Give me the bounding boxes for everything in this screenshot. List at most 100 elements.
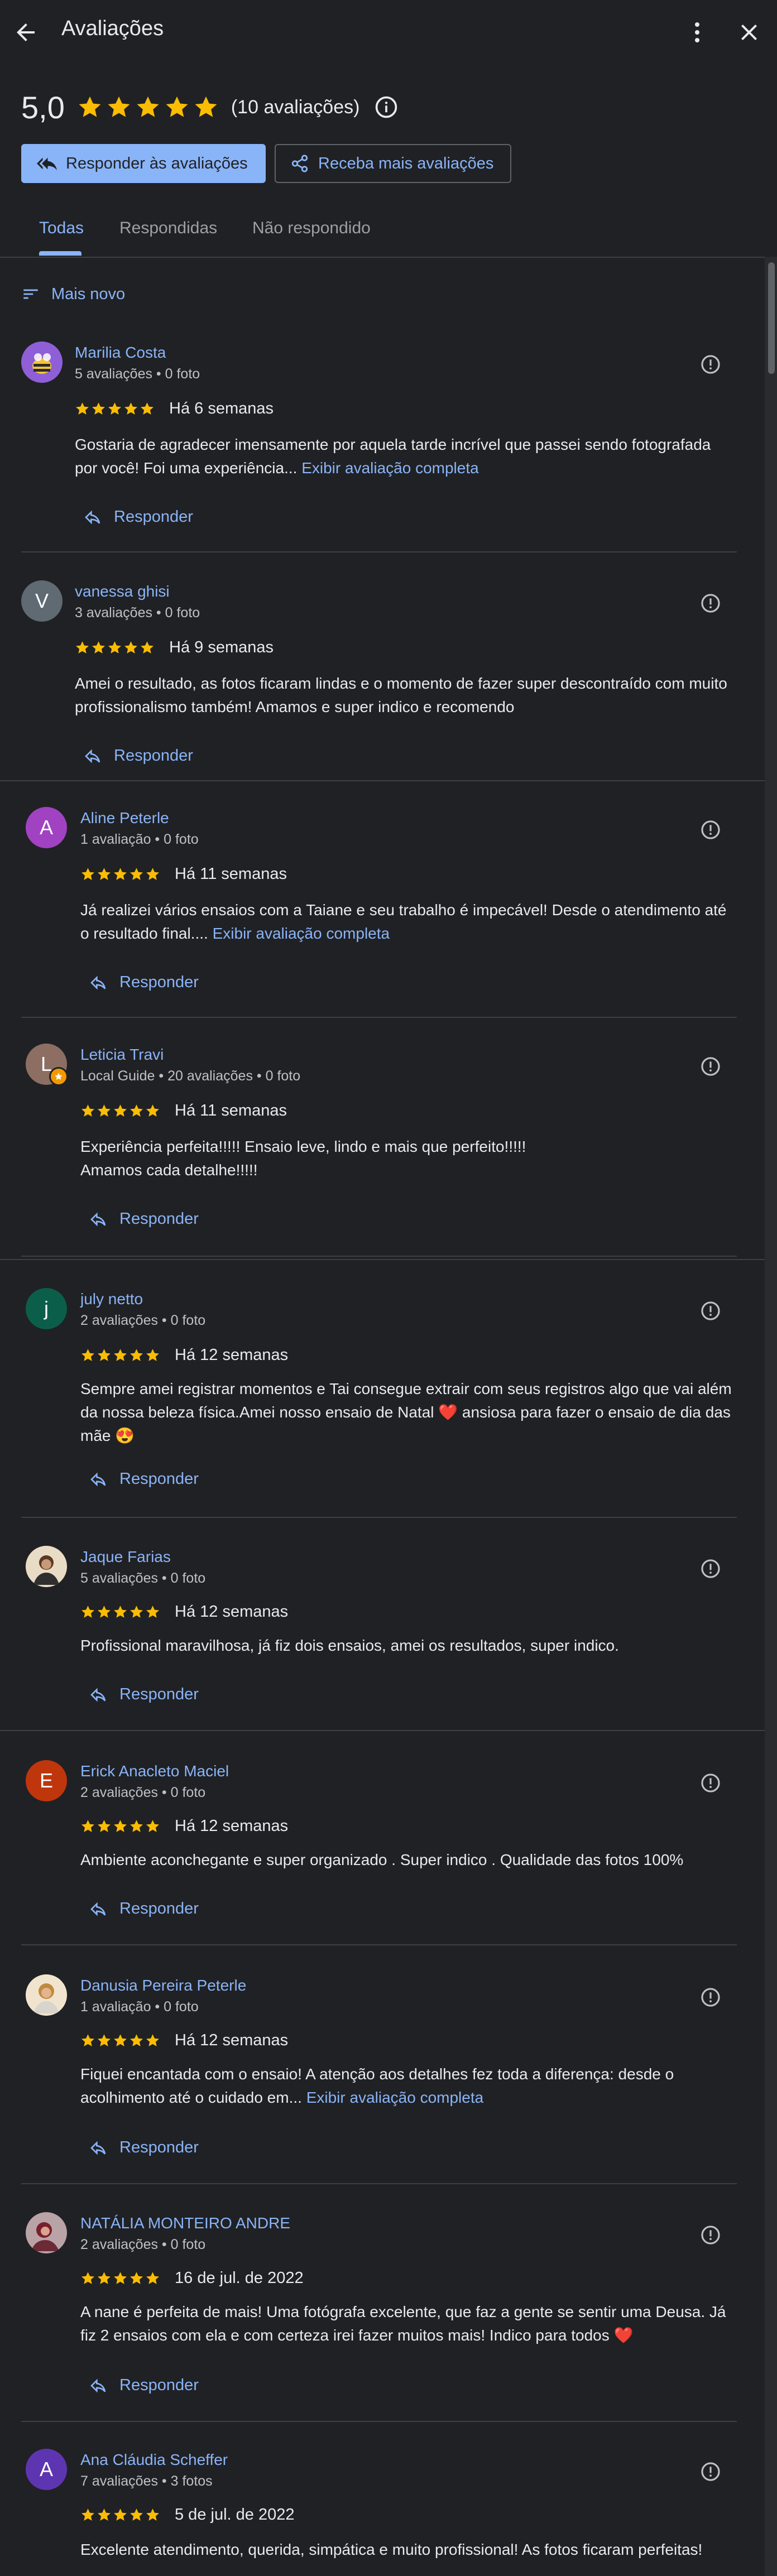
star-icon: [81, 1606, 94, 1618]
more-vert-icon[interactable]: [684, 19, 711, 46]
scrollbar-thumb[interactable]: [768, 262, 775, 374]
reviewer-name[interactable]: Marilia Costa: [75, 344, 166, 362]
avatar: [26, 1546, 67, 1587]
reply-button[interactable]: Responder: [89, 2138, 199, 2157]
star-rating: [75, 640, 155, 655]
star-icon: [114, 1349, 127, 1361]
profile-photo-icon: [26, 1546, 67, 1587]
respond-reviews-button[interactable]: Responder às avaliações: [21, 144, 266, 183]
profile-photo-icon: [26, 1974, 67, 2016]
reply-button[interactable]: Responder: [89, 2376, 199, 2395]
star-icon: [92, 402, 105, 415]
reviewer-name[interactable]: Erick Anacleto Maciel: [80, 1762, 229, 1780]
star-icon: [81, 1349, 94, 1361]
divider: [21, 1017, 737, 1018]
expand-review-link[interactable]: Exibir avaliação completa: [306, 2089, 484, 2106]
reviewer-name[interactable]: Leticia Travi: [80, 1046, 164, 1064]
reply-icon: [90, 2140, 106, 2155]
report-icon[interactable]: [700, 1772, 721, 1794]
reply-icon: [90, 1472, 106, 1487]
avatar: A: [26, 807, 67, 848]
reviewer-meta: 1 avaliação • 0 foto: [80, 832, 199, 847]
star-rating: [75, 401, 155, 416]
reply-button[interactable]: Responder: [89, 1470, 199, 1488]
reply-button[interactable]: Responder: [84, 747, 193, 765]
star-rating: [80, 1604, 160, 1619]
star-icon: [130, 2034, 143, 2046]
reply-button[interactable]: Responder: [89, 1685, 199, 1704]
reply-icon: [90, 975, 106, 990]
review-text: Experiência perfeita!!!!! Ensaio leve, l…: [80, 1135, 739, 1182]
star-icon: [195, 96, 217, 117]
review-text: Ambiente aconchegante e super organizado…: [80, 1848, 739, 1872]
profile-photo-icon: [26, 2212, 67, 2253]
divider: [21, 1517, 737, 1518]
respond-reviews-label: Responder às avaliações: [66, 154, 248, 172]
star-icon: [124, 641, 137, 653]
star-icon: [146, 1606, 159, 1618]
report-icon[interactable]: [700, 1987, 721, 2008]
star-icon: [146, 868, 159, 880]
star-icon: [98, 1349, 111, 1361]
report-icon[interactable]: [700, 819, 721, 840]
get-more-reviews-button[interactable]: Receba mais avaliações: [275, 144, 511, 183]
star-icon: [81, 868, 94, 880]
report-icon[interactable]: [700, 354, 721, 375]
rating-row: 5 de jul. de 2022: [80, 2506, 294, 2524]
reply-label: Responder: [119, 1210, 199, 1228]
review-text: Gostaria de agradecer imensamente por aq…: [75, 433, 733, 480]
report-icon[interactable]: [700, 2461, 721, 2482]
reply-icon: [90, 1687, 106, 1702]
reviewer-meta: 7 avaliações • 3 fotos: [80, 2473, 213, 2489]
report-icon[interactable]: [700, 1300, 721, 1321]
local-guide-badge: [49, 1067, 68, 1086]
report-icon[interactable]: [700, 593, 721, 614]
rating-summary: 5,0 (10 avaliações): [21, 89, 399, 125]
reviewer-meta: 5 avaliações • 0 foto: [80, 1570, 206, 1586]
review-text: A nane é perfeita de mais! Uma fotógrafa…: [80, 2300, 739, 2347]
reply-button[interactable]: Responder: [84, 508, 193, 526]
review-body: Profissional maravilhosa, já fiz dois en…: [80, 1637, 619, 1654]
star-icon: [166, 96, 188, 117]
star-icon: [81, 2034, 94, 2046]
tab-answered[interactable]: Respondidas: [119, 219, 217, 238]
star-icon: [79, 96, 101, 117]
report-icon[interactable]: [700, 1558, 721, 1579]
expand-review-link[interactable]: Exibir avaliação completa: [301, 459, 479, 477]
star-icon: [141, 402, 154, 415]
sort-button[interactable]: Mais novo: [21, 285, 125, 304]
reply-icon: [85, 748, 100, 763]
info-icon[interactable]: [374, 95, 399, 119]
tab-unanswered[interactable]: Não respondido: [252, 219, 371, 238]
reply-button[interactable]: Responder: [89, 1900, 199, 1918]
avatar: [26, 1974, 67, 2016]
tab-all[interactable]: Todas: [39, 219, 84, 238]
reviewer-name[interactable]: july netto: [80, 1290, 143, 1308]
star-rating: [80, 2033, 160, 2048]
report-icon[interactable]: [700, 1056, 721, 1077]
report-icon[interactable]: [700, 2224, 721, 2246]
reply-button[interactable]: Responder: [89, 973, 199, 992]
star-icon: [130, 1606, 143, 1618]
star-icon: [76, 641, 89, 653]
review-date: Há 12 semanas: [175, 2031, 289, 2049]
expand-review-link[interactable]: Exibir avaliação completa: [213, 925, 390, 942]
review-text: Já realizei vários ensaios com a Taiane …: [80, 898, 739, 945]
star-icon: [114, 2272, 127, 2284]
close-icon[interactable]: [736, 19, 762, 46]
reviewer-name[interactable]: Danusia Pereira Peterle: [80, 1977, 246, 1995]
reviewer-name[interactable]: Jaque Farias: [80, 1548, 171, 1566]
star-icon: [108, 402, 121, 415]
avatar: A: [26, 2449, 67, 2490]
star-rating: [80, 1819, 160, 1834]
reviewer-name[interactable]: vanessa ghisi: [75, 583, 170, 600]
reviewer-name[interactable]: Ana Cláudia Scheffer: [80, 2451, 228, 2469]
reviewer-name[interactable]: Aline Peterle: [80, 809, 169, 827]
back-arrow-icon[interactable]: [12, 19, 39, 46]
review-count: (10 avaliações): [231, 96, 360, 118]
reply-button[interactable]: Responder: [89, 1210, 199, 1228]
scrollbar-track[interactable]: [765, 257, 777, 2576]
star-icon: [146, 2508, 159, 2521]
review-date: Há 9 semanas: [169, 638, 274, 656]
reviewer-name[interactable]: NATÁLIA MONTEIRO ANDRE: [80, 2214, 290, 2232]
